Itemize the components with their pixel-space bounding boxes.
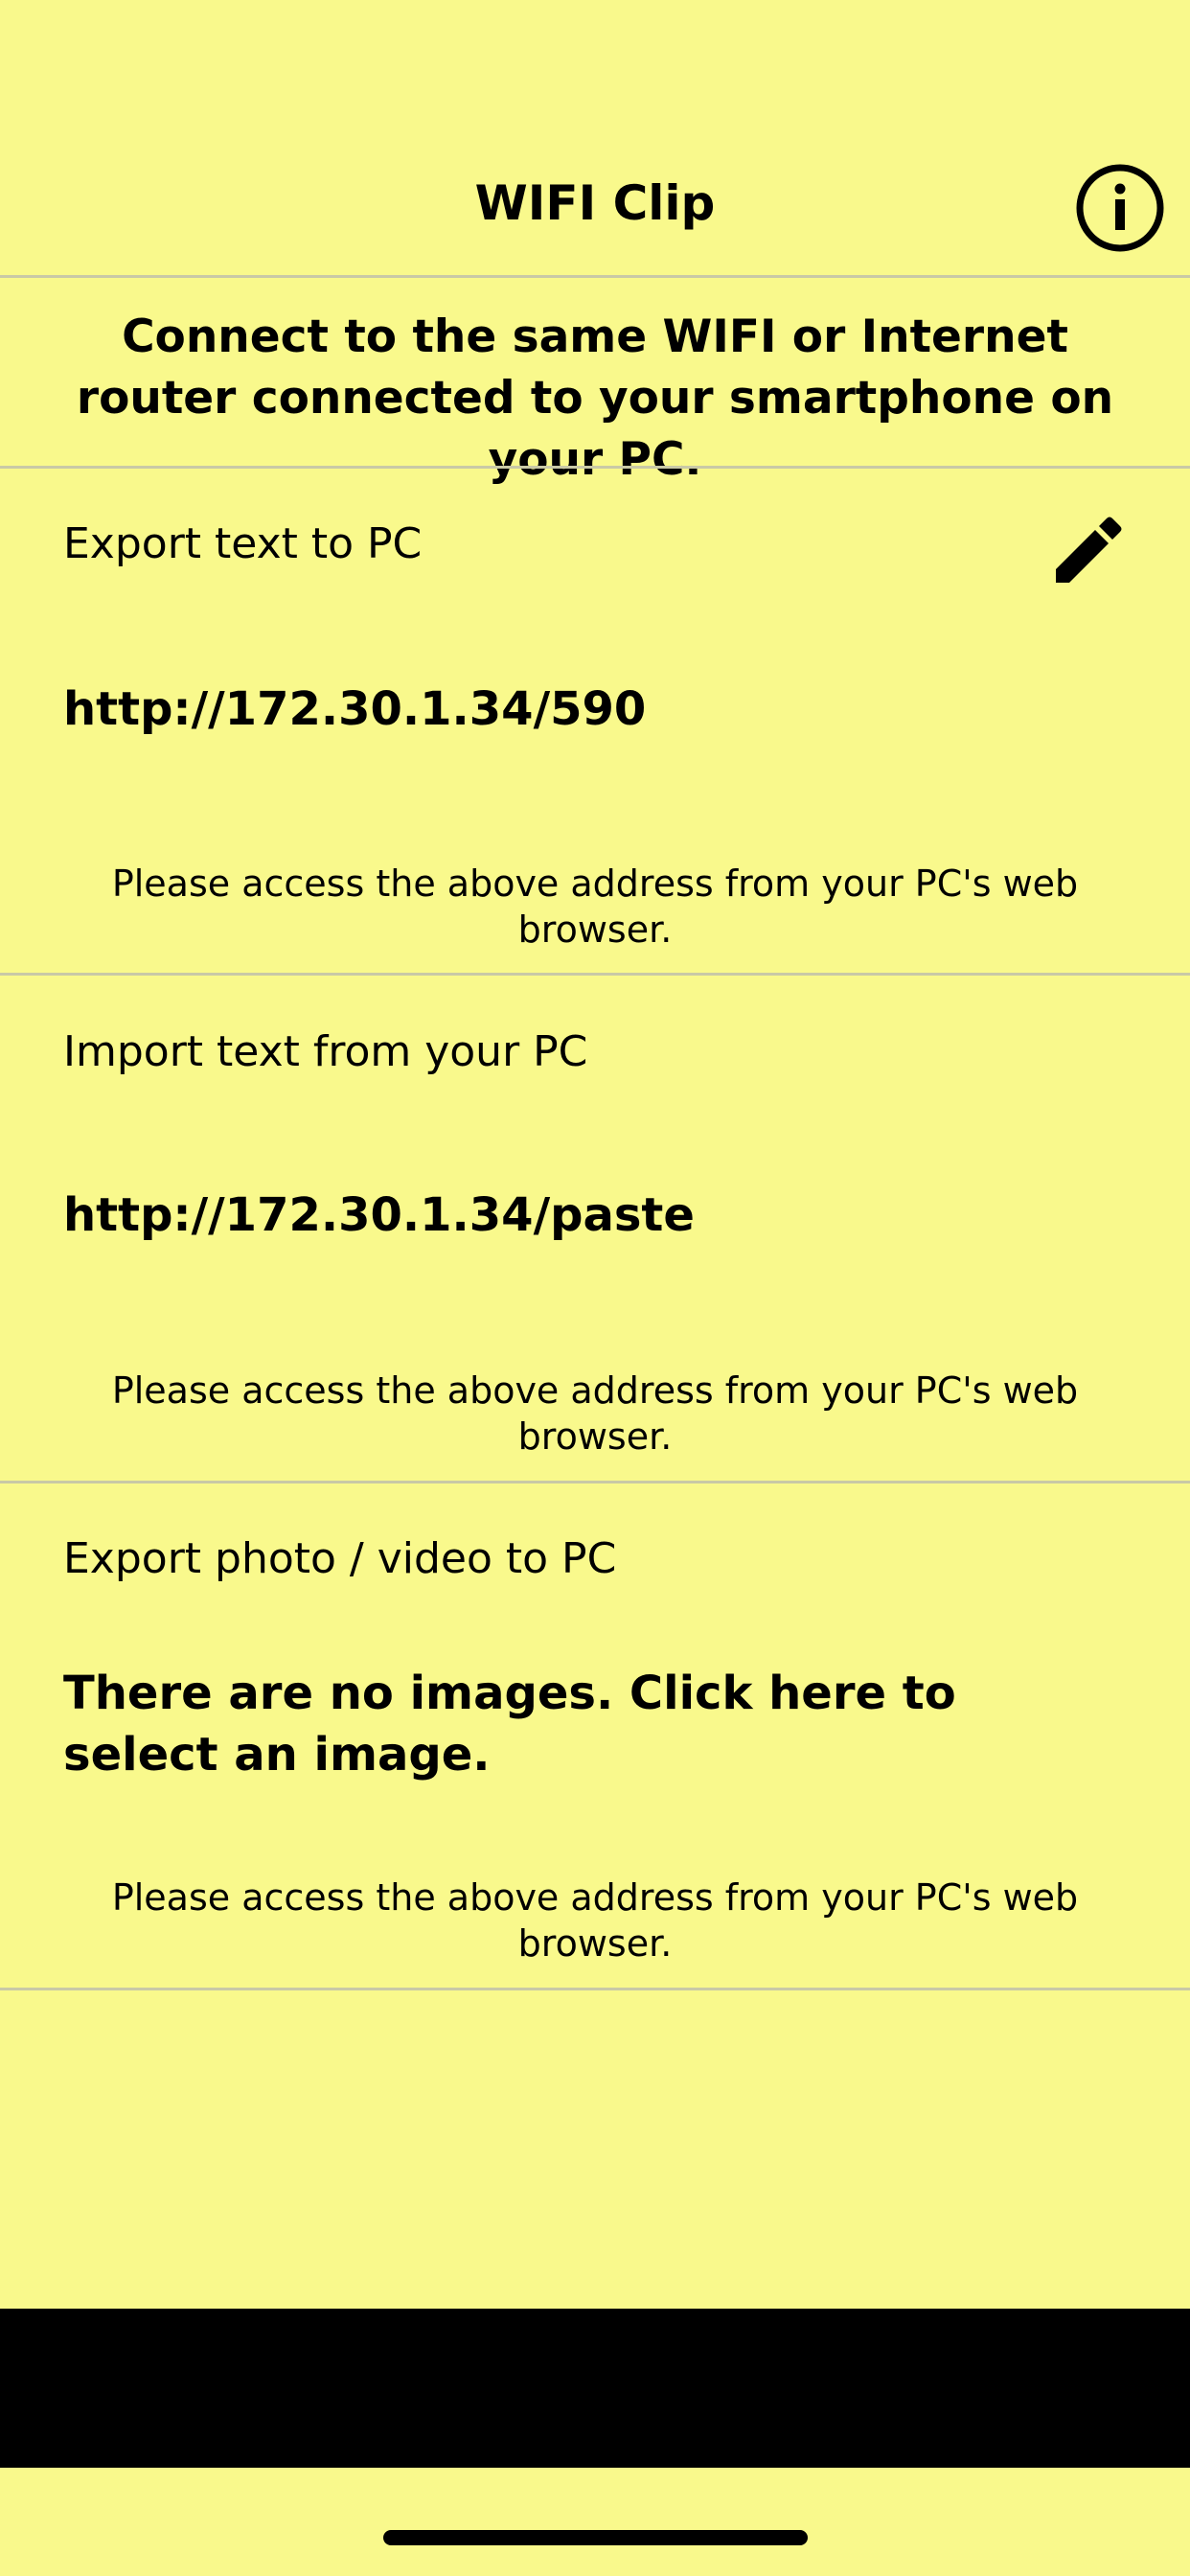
export-text-address[interactable]: http://172.30.1.34/590 — [63, 678, 646, 740]
edit-button[interactable] — [1050, 512, 1127, 588]
app-title: WIFI Clip — [474, 175, 716, 231]
section-divider-1 — [0, 973, 1190, 976]
pencil-icon — [1056, 517, 1122, 583]
section-divider-2 — [0, 1481, 1190, 1484]
import-text-note: Please access the above address from you… — [111, 1369, 1079, 1458]
header-divider — [0, 275, 1190, 278]
info-circle-icon — [1076, 164, 1164, 252]
import-text-address[interactable]: http://172.30.1.34/paste — [63, 1184, 695, 1246]
export-photo-label: Export photo / video to PC — [63, 1534, 617, 1583]
export-text-label: Export text to PC — [63, 519, 423, 568]
import-text-label: Import text from your PC — [63, 1027, 588, 1076]
banner-divider — [0, 466, 1190, 469]
section-divider-3 — [0, 1988, 1190, 1990]
home-indicator[interactable] — [383, 2530, 808, 2545]
connection-instruction: Connect to the same WIFI or Internet rou… — [76, 310, 1114, 486]
select-image-link[interactable]: There are no images. Click here to selec… — [63, 1663, 1021, 1785]
info-button[interactable] — [1075, 163, 1165, 253]
export-text-note: Please access the above address from you… — [111, 862, 1079, 951]
export-photo-note: Please access the above address from you… — [111, 1876, 1079, 1965]
ad-banner-area — [0, 2309, 1190, 2468]
